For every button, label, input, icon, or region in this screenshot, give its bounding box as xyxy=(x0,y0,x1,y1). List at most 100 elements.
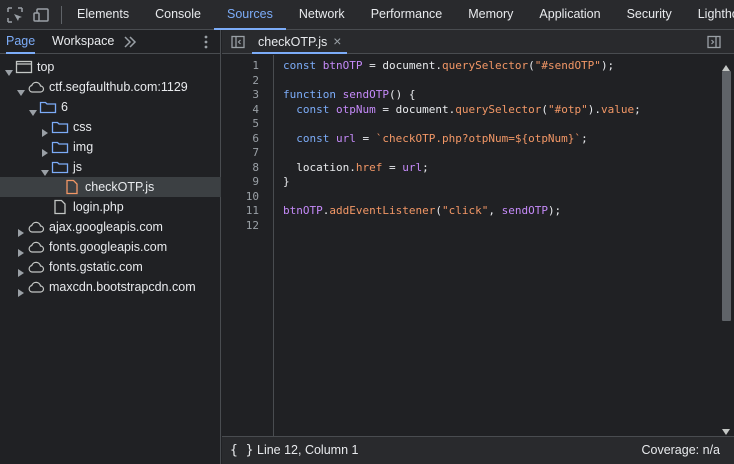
line-gutter[interactable]: 1 2 3 4 5 6 7 8 9 10 11 12 xyxy=(222,55,274,436)
tab-lighthouse[interactable]: Lighthouse xyxy=(685,0,734,30)
tree-item-domain[interactable]: fonts.googleapis.com xyxy=(0,237,221,257)
code-line[interactable]: const otpNum = document.querySelector("#… xyxy=(283,103,640,118)
scroll-thumb[interactable] xyxy=(722,71,731,321)
file-tab-label: checkOTP.js xyxy=(258,35,328,49)
navigator-subtabs: Page Workspace xyxy=(0,30,220,54)
scroll-down-icon[interactable] xyxy=(722,425,730,435)
tab-workspace[interactable]: Workspace xyxy=(52,30,114,54)
line-number[interactable]: 8 xyxy=(229,161,259,176)
expanded-arrow-icon[interactable] xyxy=(17,83,25,96)
tab-memory[interactable]: Memory xyxy=(455,0,526,30)
line-number[interactable]: 9 xyxy=(229,175,259,190)
folder-icon xyxy=(51,139,69,155)
tree-item-file-checkotp[interactable]: checkOTP.js xyxy=(0,177,221,197)
code-line[interactable]: btnOTP.addEventListener("click", sendOTP… xyxy=(283,204,561,219)
tree-item-label: js xyxy=(73,160,83,174)
close-icon[interactable]: × xyxy=(333,33,341,49)
tab-sources[interactable]: Sources xyxy=(213,0,286,30)
collapsed-arrow-icon[interactable] xyxy=(41,143,49,157)
source-editor: checkOTP.js × 1 2 3 4 5 6 7 8 9 10 11 12 … xyxy=(222,30,734,464)
tree-item-label: fonts.gstatic.com xyxy=(49,260,143,274)
tab-elements[interactable]: Elements xyxy=(64,0,142,30)
cloud-icon xyxy=(27,259,45,275)
tree-item-domain[interactable]: maxcdn.bootstrapcdn.com xyxy=(0,277,221,297)
folder-icon xyxy=(51,119,69,135)
tab-security[interactable]: Security xyxy=(614,0,685,30)
cloud-icon xyxy=(27,239,45,255)
editor-scrollbar[interactable] xyxy=(721,61,731,435)
pretty-print-icon[interactable]: { } xyxy=(230,437,253,464)
tree-item-domain[interactable]: fonts.gstatic.com xyxy=(0,257,221,277)
collapsed-arrow-icon[interactable] xyxy=(17,263,25,277)
chevron-double-right-icon[interactable] xyxy=(122,34,138,50)
folder-icon xyxy=(39,99,57,115)
tree-item-label: ctf.segfaulthub.com:1129 xyxy=(49,80,188,94)
tree-item-label: fonts.googleapis.com xyxy=(49,240,168,254)
expanded-arrow-icon[interactable] xyxy=(5,63,13,76)
collapsed-arrow-icon[interactable] xyxy=(17,283,25,297)
tree-item-label: login.php xyxy=(73,200,124,214)
toggle-navigator-icon[interactable] xyxy=(230,34,246,50)
cloud-icon xyxy=(27,219,45,235)
tab-console[interactable]: Console xyxy=(142,0,214,30)
code-line[interactable]: const btnOTP = document.querySelector("#… xyxy=(283,59,614,74)
tree-item-top[interactable]: top xyxy=(0,57,221,77)
cloud-icon xyxy=(27,279,45,295)
cursor-position: Line 12, Column 1 xyxy=(257,443,359,457)
line-number[interactable]: 11 xyxy=(229,204,259,219)
line-number[interactable]: 3 xyxy=(229,88,259,103)
panel-tabs: Elements Console Sources Network Perform… xyxy=(64,0,734,30)
editor-status-bar: { } Line 12, Column 1 Coverage: n/a xyxy=(222,436,734,464)
code-line[interactable]: const url = `checkOTP.php?otpNum=${otpNu… xyxy=(283,132,587,147)
expanded-arrow-icon[interactable] xyxy=(29,103,37,116)
devtools-toolbar: Elements Console Sources Network Perform… xyxy=(0,0,734,30)
expanded-arrow-icon[interactable] xyxy=(41,163,49,176)
tab-application[interactable]: Application xyxy=(526,0,613,30)
collapsed-arrow-icon[interactable] xyxy=(41,123,49,137)
line-number[interactable]: 2 xyxy=(229,74,259,89)
tree-item-domain[interactable]: ajax.googleapis.com xyxy=(0,217,221,237)
sources-navigator: Page Workspace top ctf.segfaulthub.com:1… xyxy=(0,30,221,464)
inspect-element-icon[interactable] xyxy=(6,6,24,24)
line-number[interactable]: 12 xyxy=(229,219,259,234)
tree-item-label: ajax.googleapis.com xyxy=(49,220,163,234)
frame-icon xyxy=(15,59,33,75)
code-line[interactable]: } xyxy=(283,175,290,190)
collapsed-arrow-icon[interactable] xyxy=(17,243,25,257)
tree-item-folder-6[interactable]: 6 xyxy=(0,97,221,117)
tab-performance[interactable]: Performance xyxy=(358,0,456,30)
js-file-icon xyxy=(63,179,81,195)
toolbar-divider xyxy=(61,6,62,24)
line-number[interactable]: 6 xyxy=(229,132,259,147)
scroll-up-icon[interactable] xyxy=(722,61,730,71)
line-number[interactable]: 1 xyxy=(229,59,259,74)
coverage-status: Coverage: n/a xyxy=(641,443,720,457)
device-toolbar-icon[interactable] xyxy=(32,6,50,24)
tree-item-label: img xyxy=(73,140,94,154)
line-number[interactable]: 4 xyxy=(229,103,259,118)
tree-item-file-login[interactable]: login.php xyxy=(0,197,221,217)
code-line[interactable]: location.href = url; xyxy=(283,161,429,176)
tab-checkotp-js[interactable]: checkOTP.js × xyxy=(252,30,348,54)
line-number[interactable]: 5 xyxy=(229,117,259,132)
code-area[interactable]: 1 2 3 4 5 6 7 8 9 10 11 12 const btnOTP … xyxy=(222,55,734,436)
tab-page[interactable]: Page xyxy=(6,30,36,54)
tree-item-label: 6 xyxy=(61,100,68,114)
collapsed-arrow-icon[interactable] xyxy=(17,223,25,237)
tree-item-folder-js[interactable]: js xyxy=(0,157,221,177)
tree-item-folder-img[interactable]: img xyxy=(0,137,221,157)
tree-item-label: top xyxy=(37,60,55,74)
line-number[interactable]: 7 xyxy=(229,146,259,161)
kebab-menu-icon[interactable] xyxy=(198,34,214,50)
line-number[interactable]: 10 xyxy=(229,190,259,205)
file-icon xyxy=(51,199,69,215)
tree-item-folder-css[interactable]: css xyxy=(0,117,221,137)
tree-item-domain[interactable]: ctf.segfaulthub.com:1129 xyxy=(0,77,221,97)
folder-icon xyxy=(51,159,69,175)
tab-network[interactable]: Network xyxy=(286,0,358,30)
tree-item-label: maxcdn.bootstrapcdn.com xyxy=(49,280,196,294)
tree-item-label: checkOTP.js xyxy=(85,180,155,194)
cloud-icon xyxy=(27,79,45,95)
code-line[interactable]: function sendOTP() { xyxy=(283,88,415,103)
toggle-debugger-icon[interactable] xyxy=(706,34,722,50)
